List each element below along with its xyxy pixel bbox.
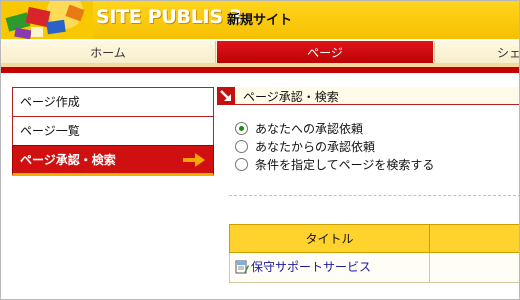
table-cell-2 [429, 252, 519, 283]
radio-label: あなたからの承認依頼 [255, 139, 376, 154]
page-link[interactable]: 保守サポートサービス [230, 258, 371, 275]
app-window: SITE PUBLIS 3 新規サイト ホーム ページ シェ ページ作成 ページ… [0, 0, 520, 300]
page-title: ページ承認・検索 [243, 90, 339, 104]
table-cell-title: 保守サポートサービス [229, 252, 430, 283]
approval-filter-group: あなたへの承認依頼 あなたからの承認依頼 条件を指定してページを検索する [235, 119, 434, 173]
radio-label: 条件を指定してページを検索する [255, 157, 435, 172]
column-header-2 [429, 224, 519, 253]
arrow-right-icon [183, 153, 205, 167]
column-header-title: タイトル [229, 224, 430, 253]
table-header-row: タイトル [229, 224, 519, 253]
content-header: ページ承認・検索 [217, 87, 519, 105]
radio-button[interactable] [235, 139, 248, 153]
divider [229, 195, 519, 196]
arrow-down-right-icon [217, 87, 235, 105]
radio-label: あなたへの承認依頼 [255, 121, 364, 136]
radio-button[interactable] [235, 157, 248, 171]
sidebar-item-label: ページ一覧 [20, 124, 80, 138]
radio-option-to-you[interactable]: あなたへの承認依頼 [235, 119, 434, 137]
sidebar: ページ作成 ページ一覧 ページ承認・検索 [12, 87, 214, 176]
radio-option-search[interactable]: 条件を指定してページを検索する [235, 155, 434, 173]
sidebar-item-page-approval[interactable]: ページ承認・検索 [12, 145, 214, 176]
site-name: 新規サイト [227, 13, 293, 28]
logo-illustration [1, 1, 93, 39]
nav-underline [1, 67, 519, 73]
approval-table: タイトル 保守サポートサービス [229, 224, 519, 283]
sidebar-item-page-create[interactable]: ページ作成 [12, 87, 214, 116]
brand-logo-text: SITE PUBLIS 3 [96, 6, 242, 28]
app-header: SITE PUBLIS 3 新規サイト [1, 1, 519, 39]
radio-button[interactable] [235, 121, 248, 135]
sidebar-item-page-list[interactable]: ページ一覧 [12, 116, 214, 145]
radio-option-from-you[interactable]: あなたからの承認依頼 [235, 137, 434, 155]
sidebar-item-label: ページ承認・検索 [20, 153, 116, 167]
page-edit-icon [235, 260, 249, 274]
sidebar-item-label: ページ作成 [20, 95, 80, 109]
page-link-text: 保守サポートサービス [251, 260, 372, 275]
table-row: 保守サポートサービス [229, 252, 519, 283]
